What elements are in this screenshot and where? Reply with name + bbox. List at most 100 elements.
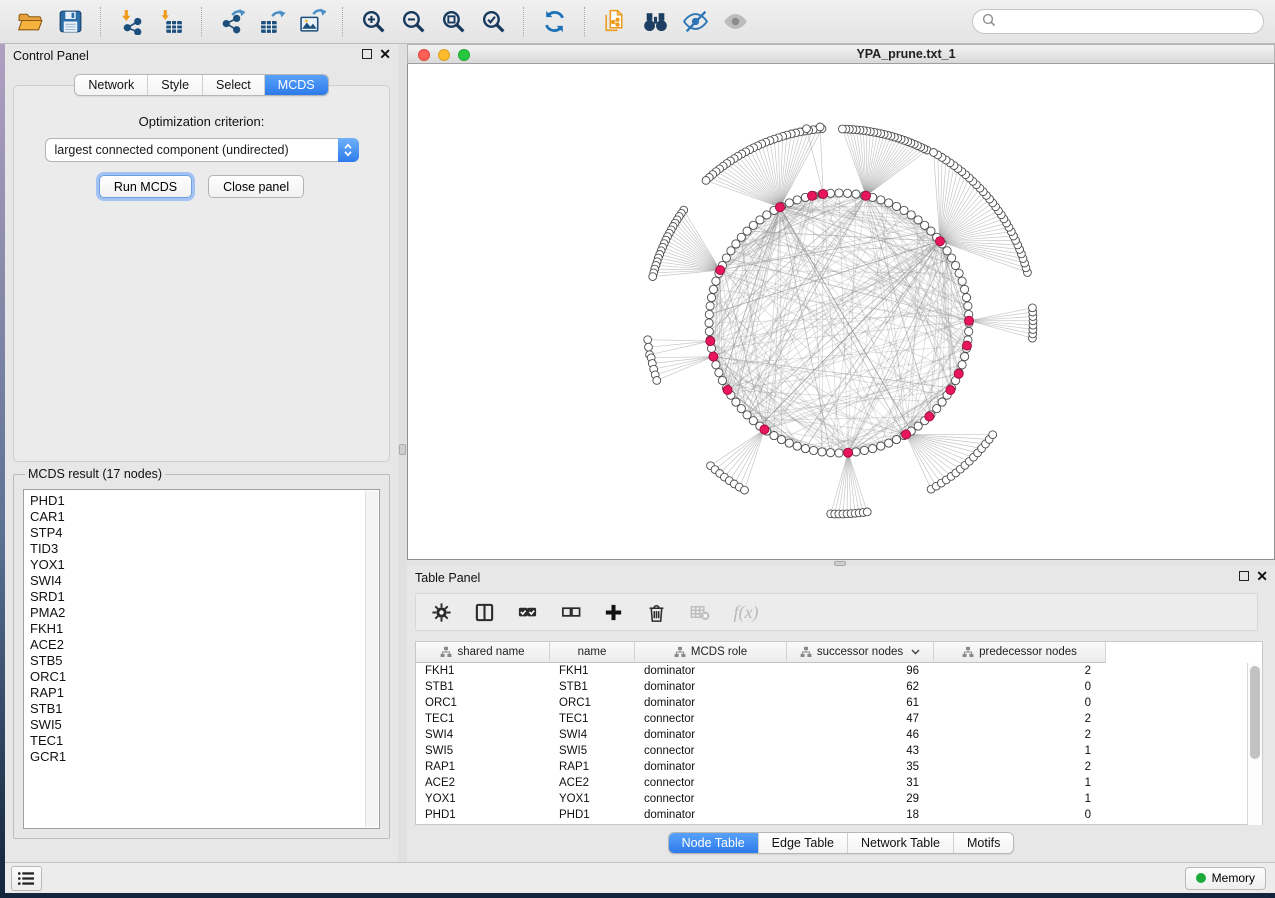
table-cell[interactable]: TEC1	[550, 711, 635, 727]
table-cell[interactable]: SWI5	[416, 743, 550, 759]
table-row[interactable]: ACE2ACE2connector311	[416, 775, 1262, 791]
result-list-item[interactable]: STB1	[30, 701, 379, 717]
result-list-item[interactable]: PMA2	[30, 605, 379, 621]
column-header-name[interactable]: name	[550, 642, 635, 663]
close-light[interactable]	[418, 49, 430, 61]
table-cell[interactable]: dominator	[635, 759, 787, 775]
result-list-item[interactable]: ORC1	[30, 669, 379, 685]
table-cell[interactable]: dominator	[635, 663, 787, 679]
table-cell[interactable]: connector	[635, 711, 787, 727]
table-cell[interactable]: SWI4	[416, 727, 550, 743]
tab-style[interactable]: Style	[147, 75, 202, 95]
add-column-button[interactable]	[600, 599, 626, 625]
table-row[interactable]: SWI4SWI4dominator462	[416, 727, 1262, 743]
table-cell[interactable]: RAP1	[550, 759, 635, 775]
result-list-item[interactable]: GCR1	[30, 749, 379, 765]
clear-selection-button[interactable]	[557, 599, 583, 625]
vertical-splitter-handle[interactable]	[399, 444, 406, 455]
table-cell[interactable]: 31	[787, 775, 934, 791]
table-cell[interactable]: FKH1	[416, 663, 550, 679]
mcds-result-list[interactable]: PHD1CAR1STP4TID3YOX1SWI4SRD1PMA2FKH1ACE2…	[23, 489, 380, 829]
table-cell[interactable]: SWI5	[550, 743, 635, 759]
close-panel-button[interactable]: Close panel	[208, 175, 304, 198]
memory-button[interactable]: Memory	[1185, 867, 1266, 890]
table-cell[interactable]: 0	[934, 679, 1106, 695]
table-cell[interactable]: dominator	[635, 679, 787, 695]
tab-network[interactable]: Network	[75, 75, 147, 95]
table-cell[interactable]: 29	[787, 791, 934, 807]
table-cell[interactable]: 2	[934, 759, 1106, 775]
table-cell[interactable]: ACE2	[550, 775, 635, 791]
result-list-item[interactable]: STB5	[30, 653, 379, 669]
table-cell[interactable]: connector	[635, 775, 787, 791]
table-settings-button[interactable]	[428, 599, 454, 625]
table-scrollbar-thumb[interactable]	[1250, 666, 1260, 759]
table-row[interactable]: RAP1RAP1dominator352	[416, 759, 1262, 775]
result-list-item[interactable]: TEC1	[30, 733, 379, 749]
result-list-item[interactable]: STP4	[30, 525, 379, 541]
tab-mcds[interactable]: MCDS	[264, 75, 328, 95]
criterion-select[interactable]: largest connected component (undirected)	[45, 138, 359, 162]
tab-motifs[interactable]: Motifs	[953, 833, 1013, 853]
table-cell[interactable]: 1	[934, 743, 1106, 759]
column-header-successor-nodes[interactable]: successor nodes	[787, 642, 934, 663]
result-list-item[interactable]: PHD1	[30, 493, 379, 509]
tab-network-table[interactable]: Network Table	[847, 833, 953, 853]
zoom-fit-button[interactable]	[433, 4, 473, 40]
column-header-mcds-role[interactable]: MCDS role	[635, 642, 787, 663]
table-cell[interactable]: 43	[787, 743, 934, 759]
tab-select[interactable]: Select	[202, 75, 264, 95]
table-cell[interactable]: 18	[787, 807, 934, 823]
zoom-selected-button[interactable]	[473, 4, 513, 40]
table-row[interactable]: PHD1PHD1dominator180	[416, 807, 1262, 823]
table-cell[interactable]: STB1	[416, 679, 550, 695]
table-cell[interactable]: ORC1	[550, 695, 635, 711]
table-cell[interactable]: 61	[787, 695, 934, 711]
column-header-predecessor-nodes[interactable]: predecessor nodes	[934, 642, 1106, 663]
search-input[interactable]	[1001, 15, 1254, 29]
table-cell[interactable]: connector	[635, 743, 787, 759]
table-cell[interactable]: dominator	[635, 807, 787, 823]
table-cell[interactable]: PHD1	[550, 807, 635, 823]
table-cell[interactable]: TEC1	[416, 711, 550, 727]
table-row[interactable]: YOX1YOX1connector291	[416, 791, 1262, 807]
refresh-layout-button[interactable]	[534, 4, 574, 40]
find-button[interactable]	[635, 4, 675, 40]
table-cell[interactable]: connector	[635, 791, 787, 807]
table-cell[interactable]: 0	[934, 807, 1106, 823]
table-row[interactable]: FKH1FKH1dominator962	[416, 663, 1262, 679]
table-row[interactable]: SWI5SWI5connector431	[416, 743, 1262, 759]
show-columns-button[interactable]	[471, 599, 497, 625]
select-all-button[interactable]	[514, 599, 540, 625]
table-cell[interactable]: SWI4	[550, 727, 635, 743]
table-cell[interactable]: STB1	[550, 679, 635, 695]
table-cell[interactable]: ACE2	[416, 775, 550, 791]
table-cell[interactable]: 96	[787, 663, 934, 679]
close-icon[interactable]: ✕	[1256, 571, 1268, 581]
table-cell[interactable]: 2	[934, 663, 1106, 679]
save-session-button[interactable]	[50, 4, 90, 40]
table-cell[interactable]: 46	[787, 727, 934, 743]
export-image-button[interactable]	[292, 4, 332, 40]
result-list-item[interactable]: RAP1	[30, 685, 379, 701]
open-file-button[interactable]	[10, 4, 50, 40]
table-cell[interactable]: FKH1	[550, 663, 635, 679]
table-scrollbar[interactable]	[1247, 663, 1262, 825]
export-network-button[interactable]	[212, 4, 252, 40]
tab-node-table[interactable]: Node Table	[669, 833, 758, 853]
table-row[interactable]: STB1STB1dominator620	[416, 679, 1262, 695]
result-list-item[interactable]: SWI5	[30, 717, 379, 733]
new-network-from-selection-button[interactable]	[595, 4, 635, 40]
table-cell[interactable]: dominator	[635, 727, 787, 743]
table-cell[interactable]: 1	[934, 775, 1106, 791]
table-cell[interactable]: YOX1	[416, 791, 550, 807]
import-table-button[interactable]	[151, 4, 191, 40]
network-graph[interactable]	[408, 64, 1274, 558]
result-list-item[interactable]: CAR1	[30, 509, 379, 525]
table-cell[interactable]: 47	[787, 711, 934, 727]
delete-column-button[interactable]	[643, 599, 669, 625]
hide-selection-button[interactable]	[675, 4, 715, 40]
table-cell[interactable]: YOX1	[550, 791, 635, 807]
table-cell[interactable]: 1	[934, 791, 1106, 807]
import-network-button[interactable]	[111, 4, 151, 40]
